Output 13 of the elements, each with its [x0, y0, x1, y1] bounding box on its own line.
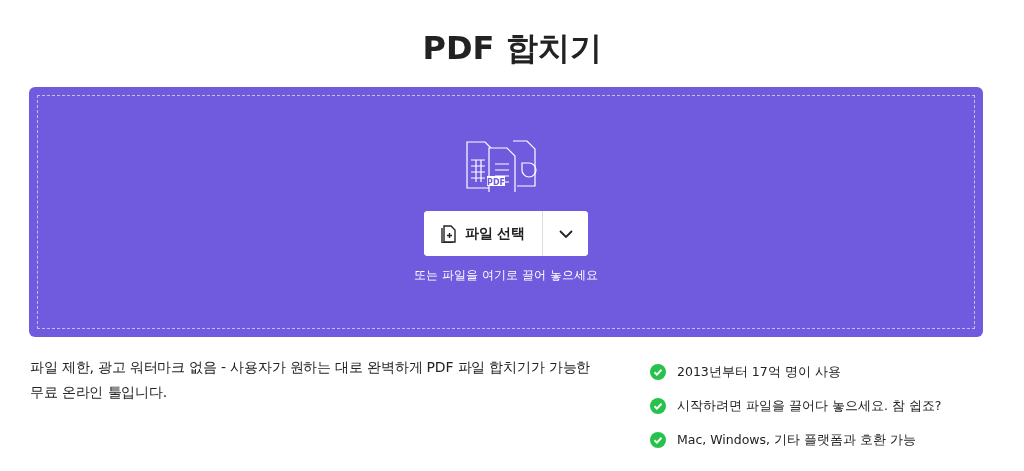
description-text: 파일 제한, 광고 워터마크 없음 - 사용자가 원하는 대로 완벽하게 PDF 파일 합치기가 가능한 무료 온라인 툴입니다.: [30, 358, 592, 402]
check-icon: [650, 364, 666, 380]
drop-hint: 또는 파일을 여기로 끌어 놓으세요: [414, 267, 598, 284]
check-icon: [650, 432, 666, 448]
check-icon: [650, 398, 666, 414]
drop-zone[interactable]: PDF 파일 선택 또는 파일을 여기로 끌어 놓으세요: [29, 87, 983, 337]
chevron-down-icon: [558, 229, 573, 238]
add-file-icon: [440, 224, 457, 243]
feature-text: 2013년부터 17억 명이 사용: [677, 363, 841, 381]
choose-file-button[interactable]: 파일 선택: [424, 211, 543, 256]
feature-text: 시작하려면 파일을 끌어다 놓으세요. 참 쉽죠?: [677, 397, 942, 415]
page-title: PDF 합치기: [422, 28, 602, 69]
feature-text: Mac, Windows, 기타 플랫폼과 호환 가능: [677, 431, 916, 449]
